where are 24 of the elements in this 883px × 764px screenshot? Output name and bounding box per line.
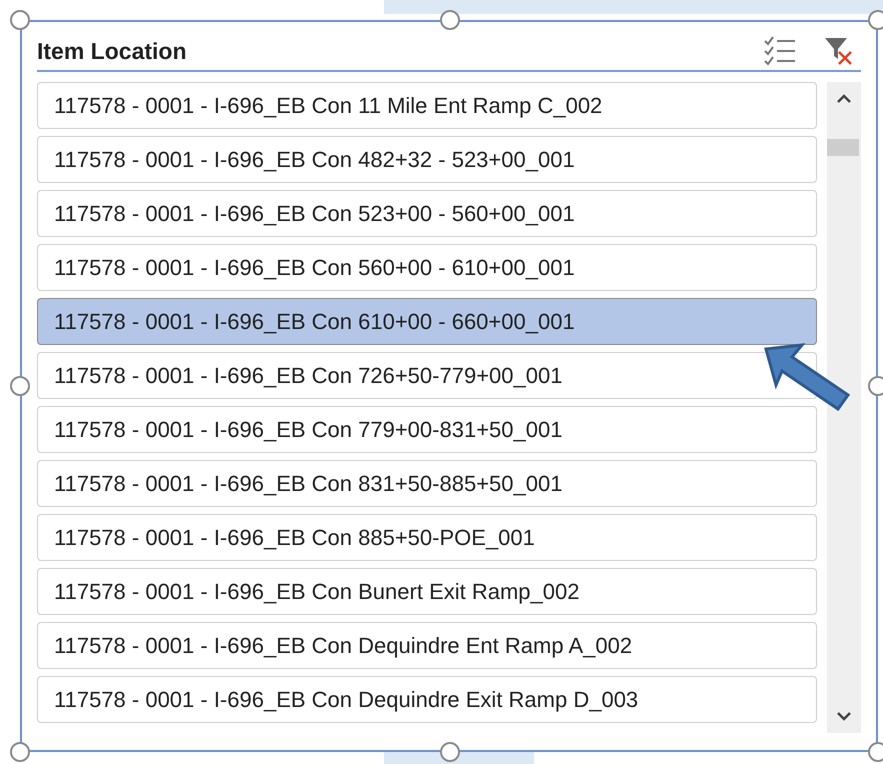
resize-handle[interactable]: [10, 10, 30, 30]
resize-handle[interactable]: [868, 742, 883, 762]
slicer-item[interactable]: 117578 - 0001 - I-696_EB Con 523+00 - 560+00_001: [37, 190, 817, 237]
slicer-item[interactable]: 117578 - 0001 - I-696_EB Con 831+50-885+50_001: [37, 460, 817, 507]
scrollbar[interactable]: [827, 82, 861, 733]
slicer-item[interactable]: 117578 - 0001 - I-696_EB Con 726+50-779+00_001: [37, 352, 817, 399]
slicer-item[interactable]: 117578 - 0001 - I-696_EB Con 610+00 - 660+00_001: [37, 298, 817, 345]
scroll-thumb[interactable]: [827, 139, 859, 156]
slicer-item[interactable]: 117578 - 0001 - I-696_EB Con 11 Mile Ent Ramp C_002: [37, 82, 817, 129]
arrow-icon: [762, 343, 852, 413]
slicer-item[interactable]: 117578 - 0001 - I-696_EB Con Bunert Exit Ramp_002: [37, 568, 817, 615]
slicer-item[interactable]: 117578 - 0001 - I-696_EB Con 482+32 - 523+00_001: [37, 136, 817, 183]
slicer-title: Item Location: [37, 36, 188, 66]
scroll-up-icon[interactable]: [837, 94, 851, 104]
slicer-item[interactable]: 117578 - 0001 - I-696_EB Con Dequindre Exit Ramp D_003: [37, 676, 817, 723]
scroll-down-icon[interactable]: [837, 711, 851, 721]
slicer-item[interactable]: 117578 - 0001 - I-696_EB Con 885+50-POE_001: [37, 514, 817, 561]
multi-select-icon[interactable]: [763, 36, 797, 66]
slicer-item[interactable]: 117578 - 0001 - I-696_EB Con 560+00 - 610+00_001: [37, 244, 817, 291]
resize-handle[interactable]: [10, 376, 30, 396]
clear-filter-icon[interactable]: [823, 36, 855, 66]
resize-handle[interactable]: [10, 742, 30, 762]
slicer-item[interactable]: 117578 - 0001 - I-696_EB Con Dequindre Ent Ramp A_002: [37, 622, 817, 669]
slicer-item[interactable]: 117578 - 0001 - I-696_EB Con 779+00-831+50_001: [37, 406, 817, 453]
